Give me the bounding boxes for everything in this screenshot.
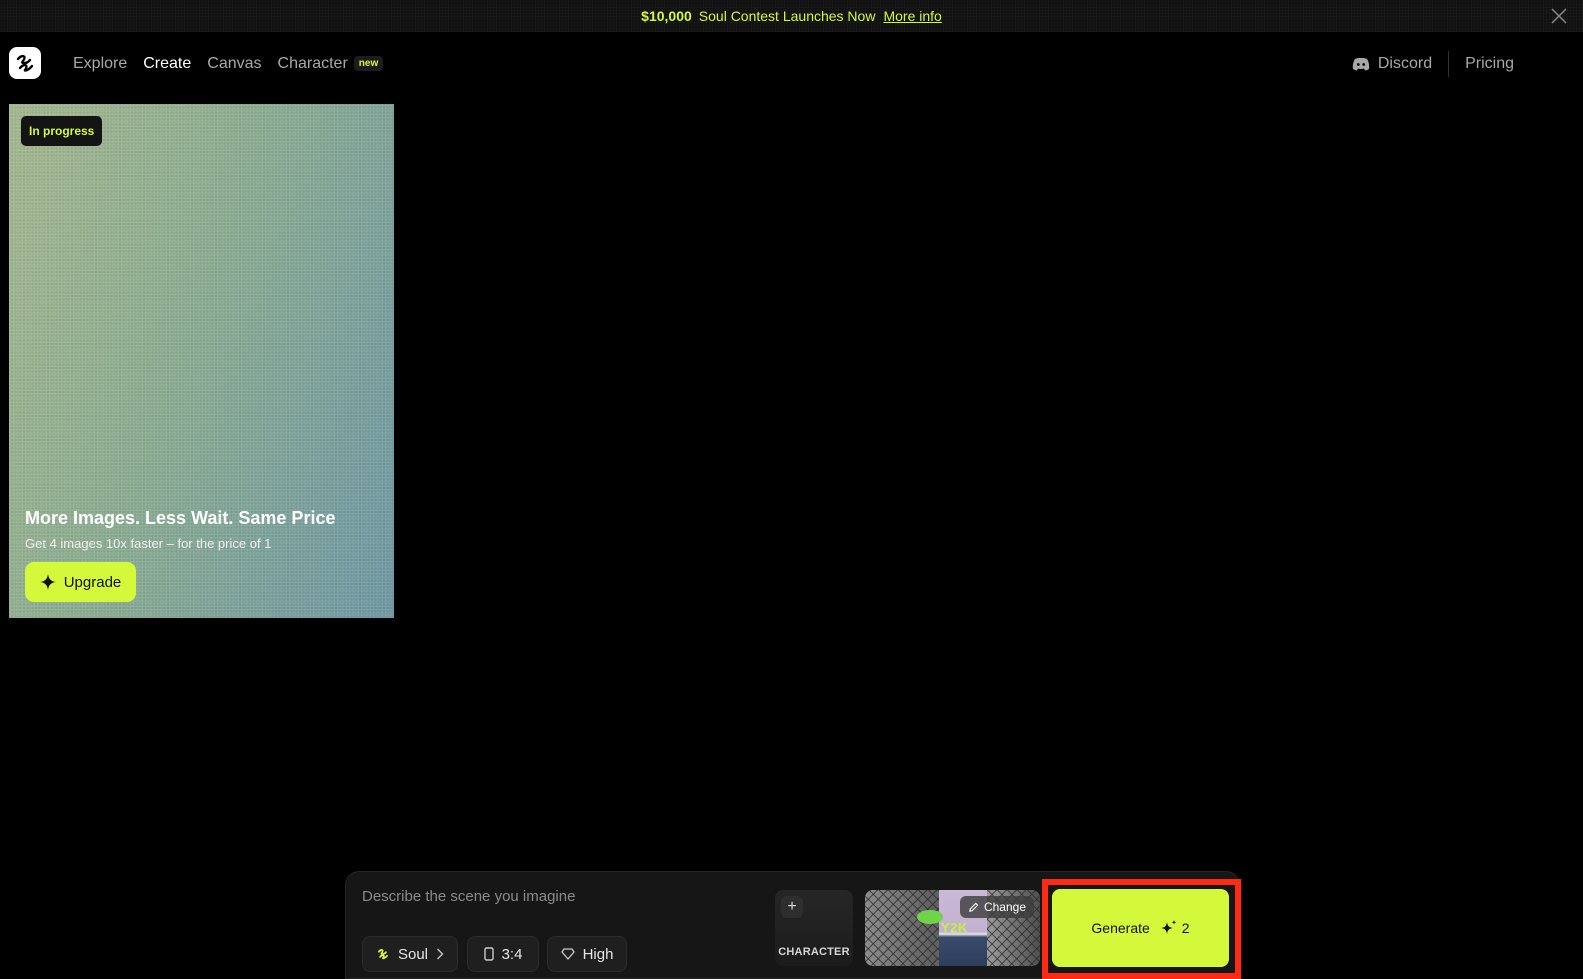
sparkle-icon bbox=[1160, 920, 1177, 934]
discord-link[interactable]: Discord bbox=[1352, 55, 1432, 73]
soul-logo-icon bbox=[378, 949, 388, 960]
discord-icon bbox=[1352, 57, 1370, 71]
model-label: Soul bbox=[397, 945, 429, 963]
announcement-bar: $10,000 Soul Contest Launches Now More i… bbox=[0, 0, 1583, 32]
announcement-text: Soul Contest Launches Now bbox=[698, 8, 876, 24]
nav-create[interactable]: Create bbox=[143, 55, 191, 73]
new-badge: new bbox=[353, 56, 384, 72]
nav-right: Discord Pricing bbox=[1352, 32, 1514, 96]
character-selector[interactable]: + CHARACTER bbox=[775, 890, 853, 966]
generate-cost-value: 2 bbox=[1181, 920, 1190, 936]
status-badge: In progress bbox=[21, 116, 103, 146]
sparkle-icon bbox=[39, 574, 56, 590]
generate-cost: 2 bbox=[1160, 919, 1190, 937]
aspect-ratio-selector[interactable]: 3:4 bbox=[467, 936, 539, 972]
promo-subtitle: Get 4 images 10x faster – for the price … bbox=[25, 536, 272, 551]
aspect-ratio-label: 3:4 bbox=[501, 945, 523, 963]
model-selector[interactable]: Soul bbox=[362, 936, 458, 972]
pencil-icon bbox=[969, 902, 979, 912]
character-label: CHARACTER bbox=[778, 946, 850, 958]
top-nav: Explore Create Canvas Character new Disco… bbox=[0, 32, 1583, 96]
change-style-button[interactable]: Change bbox=[959, 896, 1034, 918]
promo-title: More Images. Less Wait. Same Price bbox=[25, 508, 336, 528]
chevron-right-icon bbox=[436, 948, 444, 960]
nav-character-label: Character bbox=[277, 55, 348, 72]
style-preset-tile[interactable]: Y2K Change bbox=[865, 890, 1040, 966]
nav-divider bbox=[1448, 51, 1450, 77]
upgrade-button[interactable]: Upgrade bbox=[25, 562, 136, 602]
quality-selector[interactable]: High bbox=[547, 936, 627, 972]
nav-canvas[interactable]: Canvas bbox=[207, 55, 261, 73]
portrait-ratio-icon bbox=[483, 947, 494, 961]
generation-card: In progress More Images. Less Wait. Same… bbox=[9, 104, 394, 618]
close-icon[interactable] bbox=[1549, 6, 1569, 26]
diamond-icon bbox=[560, 948, 575, 960]
nav-character[interactable]: Character new bbox=[278, 55, 384, 73]
more-info-link[interactable]: More info bbox=[883, 8, 941, 24]
plus-icon: + bbox=[781, 896, 803, 918]
generate-label: Generate bbox=[1091, 920, 1150, 936]
change-label: Change bbox=[983, 900, 1026, 914]
upgrade-label: Upgrade bbox=[63, 573, 122, 591]
style-label: Y2K bbox=[941, 920, 968, 935]
pricing-link[interactable]: Pricing bbox=[1465, 55, 1514, 73]
quality-label: High bbox=[582, 945, 614, 963]
prompt-input[interactable] bbox=[360, 884, 760, 908]
nav-links: Explore Create Canvas Character new bbox=[73, 32, 384, 96]
discord-label: Discord bbox=[1377, 55, 1433, 72]
logo-icon[interactable] bbox=[9, 47, 41, 79]
announcement-amount: $10,000 bbox=[641, 8, 692, 24]
nav-explore[interactable]: Explore bbox=[73, 55, 127, 73]
generate-button[interactable]: Generate 2 bbox=[1052, 889, 1229, 967]
